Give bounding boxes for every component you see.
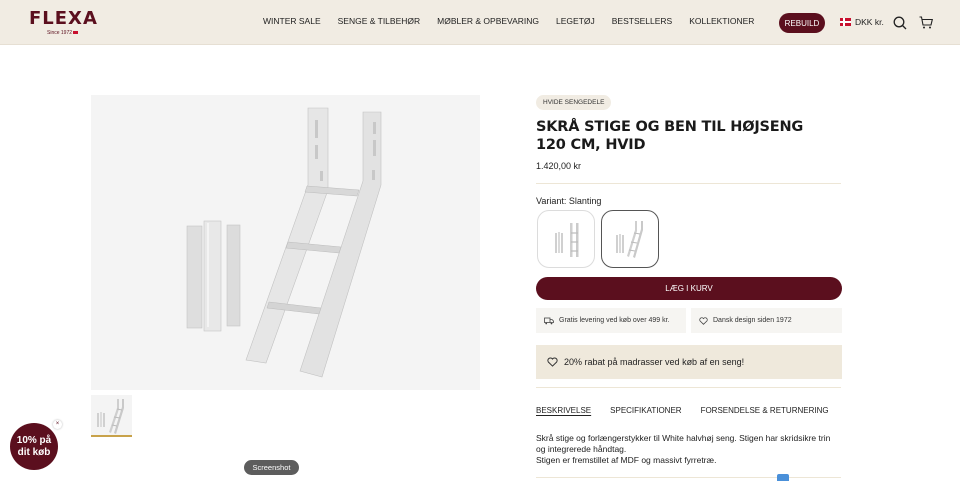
feature-danish-design: Dansk design siden 1972 bbox=[691, 308, 842, 333]
discount-popup-button[interactable]: 10% på dit køb bbox=[10, 423, 58, 470]
site-header: FLEXA Since 1972 WINTER SALE SENGE & TIL… bbox=[0, 0, 960, 45]
dock-app-icon bbox=[777, 474, 789, 481]
product-tabs: BESKRIVELSE SPECIFIKATIONER FORSENDELSE … bbox=[536, 406, 848, 415]
product-description: Skrå stige og forlængerstykker til White… bbox=[536, 433, 836, 466]
promo-text: 20% rabat på madrasser ved køb af en sen… bbox=[564, 357, 745, 367]
nav-kollektioner[interactable]: KOLLEKTIONER bbox=[689, 16, 754, 26]
variant-option-slanting[interactable] bbox=[601, 210, 659, 268]
close-icon[interactable]: × bbox=[53, 420, 62, 429]
variant-option-straight[interactable] bbox=[537, 210, 595, 268]
feature-label: Dansk design siden 1972 bbox=[713, 317, 792, 324]
main-nav: WINTER SALE SENGE & TILBEHØR MØBLER & OP… bbox=[263, 16, 771, 26]
denmark-flag-icon bbox=[840, 18, 851, 26]
tab-forsendelse-returnering[interactable]: FORSENDELSE & RETURNERING bbox=[701, 406, 829, 415]
variant-slanting-image bbox=[616, 221, 643, 258]
feature-label: Gratis levering ved køb over 499 kr. bbox=[559, 317, 670, 324]
nav-winter-sale[interactable]: WINTER SALE bbox=[263, 16, 321, 26]
nav-moebler-opbevaring[interactable]: MØBLER & OPBEVARING bbox=[437, 16, 539, 26]
description-paragraph: Stigen er fremstillet af MDF og massivt … bbox=[536, 455, 717, 465]
divider bbox=[536, 477, 841, 478]
product-price: 1.420,00 kr bbox=[536, 161, 582, 171]
product-page: FLEXA Since 1972 WINTER SALE SENGE & TIL… bbox=[0, 0, 960, 481]
description-paragraph: Skrå stige og forlængerstykker til White… bbox=[536, 433, 831, 454]
ladder-illustration bbox=[186, 107, 382, 378]
heart-icon bbox=[699, 316, 708, 325]
feature-free-delivery: Gratis levering ved køb over 499 kr. bbox=[536, 308, 686, 333]
nav-bestsellers[interactable]: BESTSELLERS bbox=[612, 16, 672, 26]
product-thumbnail[interactable] bbox=[91, 395, 132, 437]
cart-icon[interactable] bbox=[919, 16, 933, 29]
tab-specifikationer[interactable]: SPECIFIKATIONER bbox=[610, 406, 681, 415]
product-main-image[interactable] bbox=[91, 95, 480, 390]
currency-selector[interactable]: DKK kr. bbox=[840, 17, 884, 27]
divider bbox=[536, 183, 841, 184]
tab-beskrivelse[interactable]: BESKRIVELSE bbox=[536, 406, 591, 415]
heart-icon bbox=[547, 357, 558, 367]
variant-label: Variant: Slanting bbox=[536, 196, 602, 206]
thumbnail-image bbox=[97, 399, 124, 434]
variant-straight-image bbox=[555, 223, 579, 257]
screenshot-tooltip: Screenshot bbox=[244, 460, 299, 475]
flexa-logo[interactable]: FLEXA Since 1972 bbox=[29, 9, 101, 39]
truck-icon bbox=[544, 317, 554, 324]
divider bbox=[536, 387, 841, 388]
search-icon[interactable] bbox=[893, 16, 907, 30]
nav-senge-tilbehoer[interactable]: SENGE & TILBEHØR bbox=[338, 16, 421, 26]
product-title: SKRÅ STIGE OG BEN TIL HØJSENG 120 CM, HV… bbox=[536, 119, 804, 153]
rebuild-button[interactable]: REBUILD bbox=[779, 13, 825, 33]
promo-banner: 20% rabat på madrasser ved køb af en sen… bbox=[536, 345, 842, 379]
logo-since: Since 1972 bbox=[47, 30, 79, 36]
currency-label: DKK kr. bbox=[855, 17, 884, 27]
category-badge: HVIDE SENGEDELE bbox=[536, 95, 612, 110]
nav-legetoej[interactable]: LEGETØJ bbox=[556, 16, 595, 26]
add-to-cart-button[interactable]: LÆG I KURV bbox=[536, 277, 842, 300]
